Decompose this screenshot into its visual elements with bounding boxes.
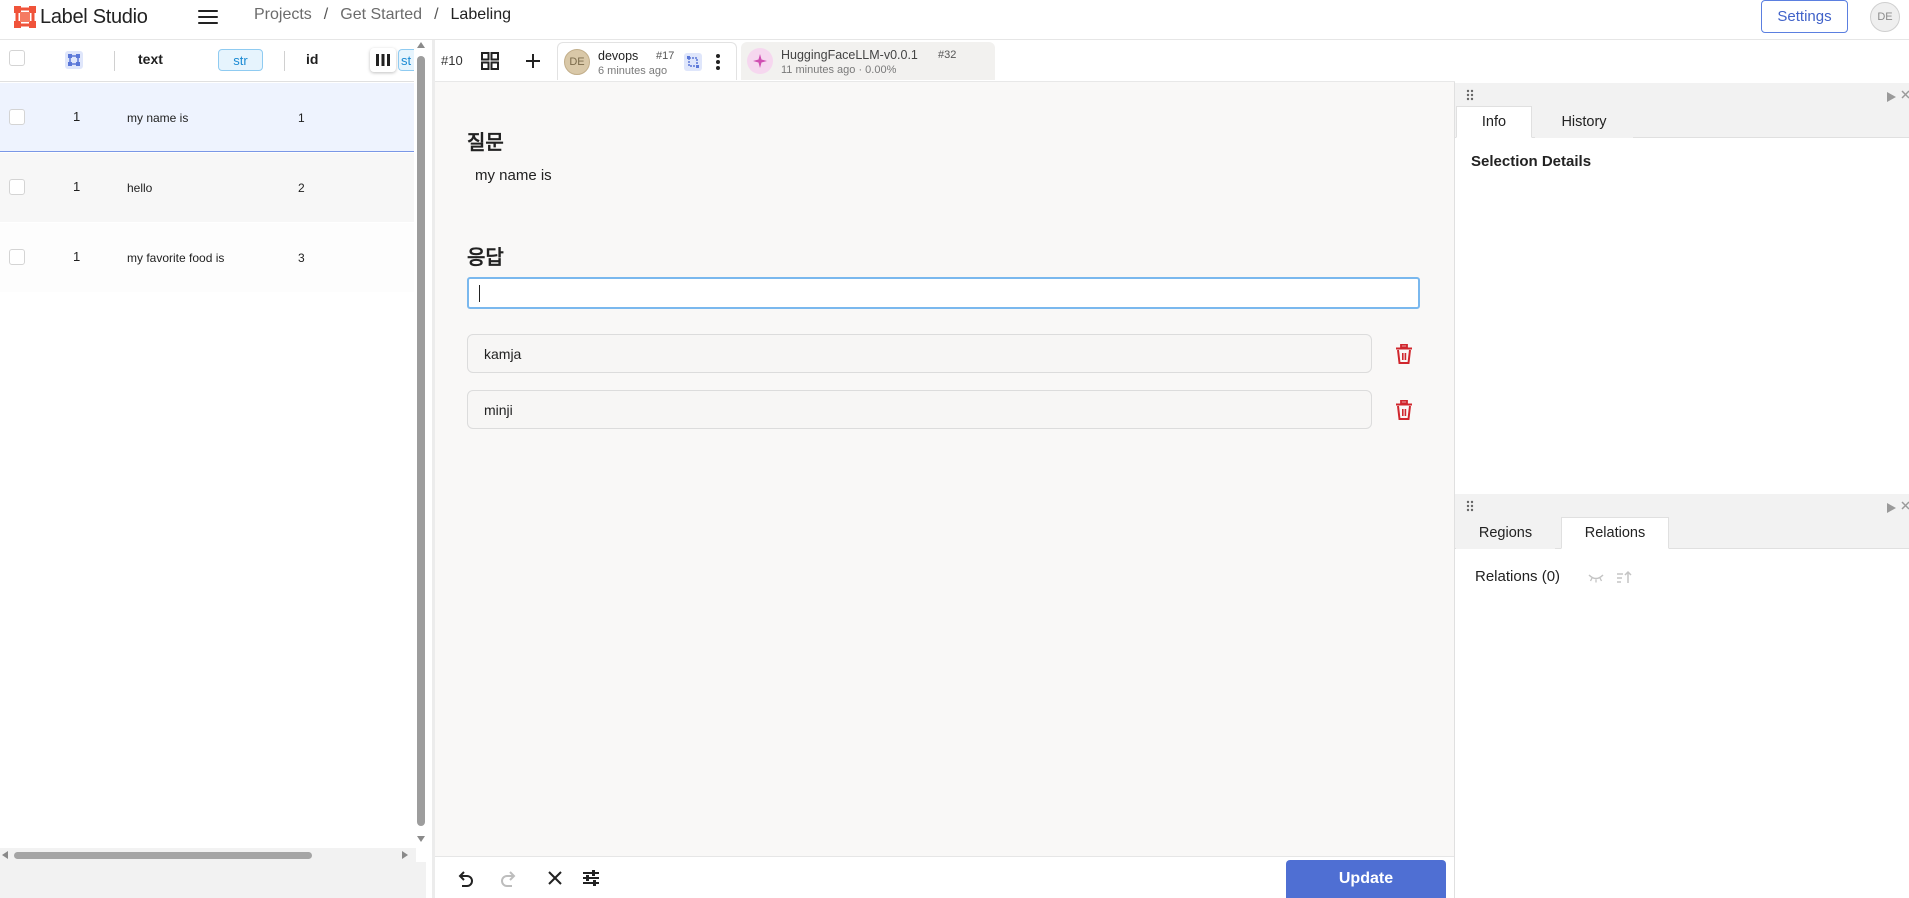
- kebab-icon[interactable]: [714, 52, 722, 72]
- side-panel: [1454, 82, 1909, 898]
- close-panel-icon[interactable]: [1901, 88, 1909, 100]
- column-header-id[interactable]: id: [306, 51, 318, 67]
- annotation-tab-devops[interactable]: DE devops #17 6 minutes ago: [557, 42, 737, 80]
- tab-regions[interactable]: Regions: [1456, 517, 1555, 549]
- sparkle-icon: [747, 48, 773, 74]
- annotation-count: 1: [73, 179, 81, 194]
- horizontal-scroll-thumb[interactable]: [14, 852, 312, 859]
- sort-icon[interactable]: [1616, 570, 1632, 584]
- table-row[interactable]: 1 hello 2: [0, 153, 414, 222]
- columns-icon[interactable]: [370, 48, 396, 72]
- app-logo[interactable]: Label Studio: [14, 4, 148, 30]
- grid-icon[interactable]: [481, 52, 499, 70]
- response-item[interactable]: minji: [467, 390, 1372, 429]
- close-panel-icon[interactable]: [1901, 499, 1909, 511]
- expand-icon[interactable]: [1887, 89, 1896, 102]
- row-checkbox[interactable]: [9, 109, 25, 125]
- regions-panel-header[interactable]: [1455, 494, 1909, 516]
- answer-title: 응답: [467, 245, 504, 269]
- prediction-tab[interactable]: HuggingFaceLLM-v0.0.1 #32 11 minutes ago…: [741, 42, 995, 80]
- row-text: hello: [127, 181, 153, 195]
- annotation-count: 1: [73, 249, 81, 264]
- plus-icon[interactable]: [524, 52, 542, 70]
- row-id: 3: [298, 251, 305, 265]
- breadcrumb-separator: /: [323, 6, 329, 23]
- settings-button[interactable]: Settings: [1761, 0, 1848, 33]
- close-icon[interactable]: [547, 870, 563, 886]
- eye-icon[interactable]: [1588, 570, 1604, 584]
- update-button[interactable]: Update: [1286, 860, 1446, 898]
- annotation-time: 6 minutes ago: [598, 65, 668, 77]
- user-avatar[interactable]: DE: [1870, 2, 1900, 32]
- settings-sliders-icon[interactable]: [582, 869, 600, 887]
- app-name: Label Studio: [40, 5, 148, 28]
- model-name: HuggingFaceLLM-v0.0.1: [781, 48, 918, 62]
- prediction-id: #32: [938, 49, 957, 61]
- annotation-count: 1: [73, 109, 81, 124]
- breadcrumb: Projects / Get Started / Labeling: [254, 6, 511, 24]
- question-title: 질문: [467, 130, 504, 154]
- column-type-badge: str: [218, 49, 263, 71]
- row-text: my name is: [127, 111, 189, 125]
- task-id: #10: [441, 53, 463, 68]
- info-panel-header[interactable]: [1455, 83, 1909, 105]
- vertical-scroll-thumb[interactable]: [417, 56, 425, 826]
- prediction-time: 11 minutes ago · 0.00%: [781, 64, 897, 76]
- breadcrumb-get-started[interactable]: Get Started: [340, 6, 422, 24]
- column-type-badge: st: [398, 49, 414, 71]
- row-text: my favorite food is: [127, 251, 225, 265]
- labeling-area: [435, 82, 1454, 856]
- selection-details-title: Selection Details: [1471, 153, 1592, 170]
- response-item[interactable]: kamja: [467, 334, 1372, 373]
- drag-handle-icon[interactable]: [1466, 499, 1474, 512]
- question-text: my name is: [475, 167, 552, 184]
- tab-relations[interactable]: Relations: [1561, 517, 1669, 549]
- table-row[interactable]: 1 my name is 1: [0, 83, 414, 152]
- undo-icon[interactable]: [456, 869, 474, 887]
- task-table: text str id st 1 my name is 1 1 hello 2 …: [0, 40, 416, 898]
- column-separator: [114, 51, 115, 71]
- text-caret: [479, 285, 480, 302]
- tab-history[interactable]: History: [1535, 106, 1633, 138]
- trash-icon[interactable]: [1395, 343, 1413, 364]
- top-navigation-bar: Label Studio Projects / Get Started / La…: [0, 0, 1909, 36]
- column-header-text[interactable]: text: [138, 51, 163, 67]
- breadcrumb-projects[interactable]: Projects: [254, 6, 312, 24]
- answer-textarea[interactable]: [467, 277, 1420, 309]
- select-all-checkbox[interactable]: [9, 50, 25, 66]
- row-checkbox[interactable]: [9, 179, 25, 195]
- annotator-avatar: DE: [564, 49, 590, 75]
- row-id: 1: [298, 111, 305, 125]
- drag-handle-icon[interactable]: [1466, 88, 1474, 101]
- table-row[interactable]: 1 my favorite food is 3: [0, 223, 414, 292]
- hamburger-icon[interactable]: [196, 6, 220, 28]
- tab-info[interactable]: Info: [1456, 106, 1532, 138]
- annotator-name: devops: [598, 49, 639, 63]
- trash-icon[interactable]: [1395, 399, 1413, 420]
- breadcrumb-labeling: Labeling: [450, 6, 512, 23]
- annotation-tabs-bar: #10 DE devops #17 6 minutes ago HuggingF…: [435, 40, 1455, 82]
- row-checkbox[interactable]: [9, 249, 25, 265]
- column-separator: [284, 51, 285, 71]
- annotation-id: #17: [656, 50, 675, 62]
- row-id: 2: [298, 181, 305, 195]
- table-header: text str id st: [0, 40, 414, 82]
- label-studio-logo-icon: [14, 6, 36, 28]
- annotation-type-icon: [684, 53, 702, 71]
- breadcrumb-separator: /: [434, 6, 439, 23]
- table-footer: [0, 862, 426, 898]
- relations-count: Relations (0): [1475, 568, 1561, 585]
- expand-icon[interactable]: [1887, 500, 1896, 513]
- annotations-column-icon[interactable]: [65, 51, 83, 69]
- redo-icon[interactable]: [500, 869, 518, 887]
